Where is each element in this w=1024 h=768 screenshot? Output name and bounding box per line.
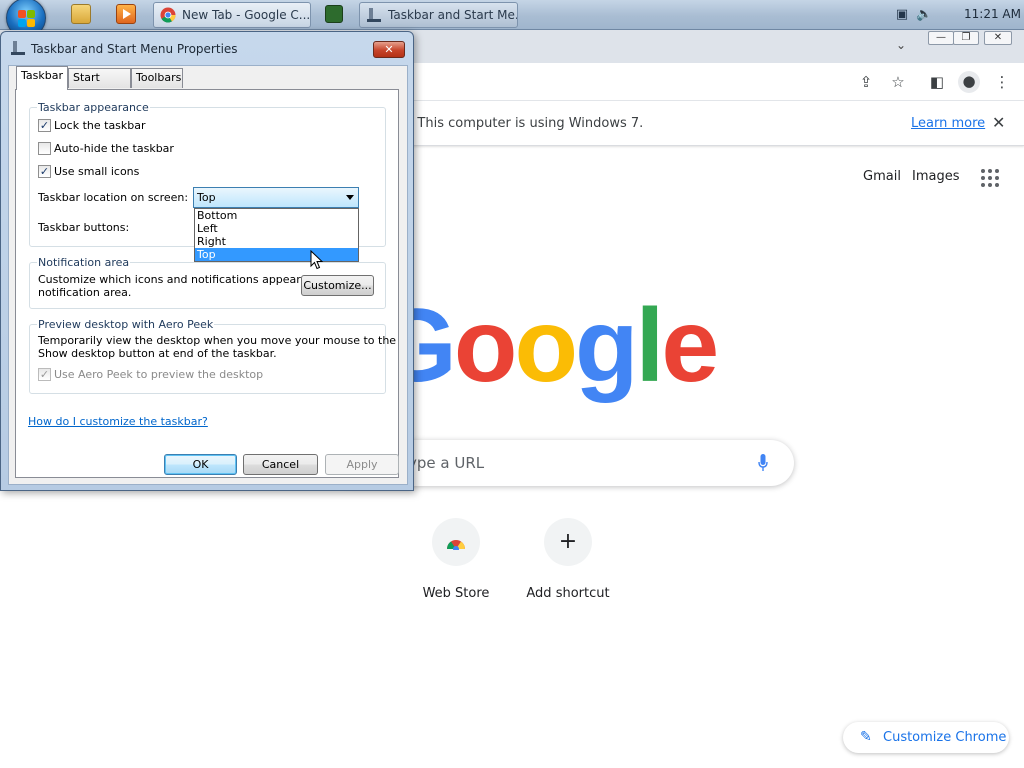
chrome-icon (160, 7, 176, 23)
tab-toolbars[interactable]: Toolbars (131, 68, 183, 88)
apply-button[interactable]: Apply (325, 454, 399, 475)
small-icons-label: Use small icons (54, 165, 140, 178)
taskbar-button-label: New Tab - Google C... (182, 8, 311, 22)
logo-letter: l (635, 288, 665, 404)
dialog-title: Taskbar and Start Menu Properties (31, 42, 238, 56)
cancel-button[interactable]: Cancel (243, 454, 318, 475)
tab-start-menu[interactable]: Start Menu (68, 68, 131, 102)
mouse-cursor-icon (310, 250, 324, 270)
taskbar-button-taskbar-properties[interactable]: Taskbar and Start Me... (359, 2, 518, 28)
notification-description-2: notification area. (38, 286, 132, 299)
taskbar-properties-icon (11, 41, 25, 55)
location-option-top[interactable]: Top (195, 248, 358, 261)
shortcut-web-store[interactable]: Web Store (400, 518, 512, 601)
taskbar-button-chrome[interactable]: New Tab - Google C... (153, 2, 311, 28)
microphone-icon[interactable] (758, 454, 768, 472)
side-panel-icon[interactable]: ◧ (927, 72, 947, 92)
pencil-icon: ✎ (860, 729, 872, 745)
media-player-icon[interactable] (116, 4, 136, 24)
google-apps-grid-icon[interactable] (981, 169, 999, 187)
location-option-left[interactable]: Left (195, 222, 358, 235)
customize-notifications-button[interactable]: Customize... (301, 275, 374, 296)
infobar-message: er. This computer is using Windows 7. (397, 116, 644, 131)
shortcut-label: Web Store (422, 586, 490, 601)
shortcut-label: Add shortcut (526, 586, 610, 601)
lock-taskbar-checkbox[interactable]: ✓ (38, 119, 51, 132)
clock[interactable]: 11:21 AM (964, 7, 1021, 21)
logo-letter: o (514, 288, 578, 404)
customize-chrome-button[interactable]: ✎ Customize Chrome (843, 722, 1009, 753)
share-icon[interactable]: ⇪ (856, 72, 876, 92)
infobar-close-icon[interactable]: ✕ (992, 113, 1005, 132)
windows-taskbar: New Tab - Google C... Taskbar and Start … (0, 0, 1024, 38)
search-placeholder: ype a URL (408, 454, 485, 472)
help-link[interactable]: How do I customize the taskbar? (28, 415, 208, 428)
aero-peek-checkbox[interactable]: ✓ (38, 368, 51, 381)
taskbar-properties-icon (367, 8, 381, 22)
small-icons-checkbox[interactable]: ✓ (38, 165, 51, 178)
profile-avatar-icon[interactable]: ● (958, 71, 980, 93)
location-label: Taskbar location on screen: (38, 191, 189, 204)
ok-button[interactable]: OK (164, 454, 237, 475)
autohide-label: Auto-hide the taskbar (54, 142, 174, 155)
aero-peek-label: Use Aero Peek to preview the desktop (54, 368, 264, 381)
aero-description-2: Show desktop button at end of the taskba… (38, 347, 277, 360)
images-link[interactable]: Images (912, 169, 960, 184)
explorer-icon[interactable] (71, 4, 91, 24)
lock-taskbar-label: Lock the taskbar (54, 119, 146, 132)
tab-search-chevron-icon[interactable]: ⌄ (896, 38, 906, 52)
notification-description: Customize which icons and notifications … (38, 273, 336, 286)
minimize-button[interactable]: — (928, 31, 954, 45)
logo-letter: e (661, 288, 719, 404)
volume-icon[interactable]: 🔈 (916, 7, 932, 23)
group-title: Preview desktop with Aero Peek (37, 318, 215, 331)
taskbar-location-dropdown[interactable]: Top (193, 187, 359, 208)
plus-icon: + (544, 518, 592, 566)
dropdown-arrow-icon (346, 195, 354, 200)
taskbar-location-value: Top (197, 191, 216, 204)
shortcut-add[interactable]: + Add shortcut (512, 518, 624, 601)
aero-description: Temporarily view the desktop when you mo… (38, 334, 397, 347)
close-window-button[interactable]: ✕ (984, 31, 1012, 45)
taskbar-buttons-label: Taskbar buttons: (38, 221, 130, 234)
windows-logo-icon (18, 10, 36, 28)
restore-button[interactable]: ❐ (953, 31, 979, 45)
menu-kebab-icon[interactable]: ⋮ (992, 72, 1012, 92)
location-option-bottom[interactable]: Bottom (195, 209, 358, 222)
location-option-right[interactable]: Right (195, 235, 358, 248)
learn-more-link[interactable]: Learn more (911, 116, 985, 131)
tab-taskbar[interactable]: Taskbar (16, 66, 68, 90)
web-store-icon (432, 518, 480, 566)
logo-letter: o (453, 288, 518, 404)
gmail-link[interactable]: Gmail (863, 169, 901, 184)
group-title: Taskbar appearance (37, 101, 150, 114)
taskbar-button-label: Taskbar and Start Me... (388, 8, 518, 22)
app-icon[interactable] (325, 5, 343, 23)
logo-letter: g (574, 288, 639, 404)
dialog-close-button[interactable]: ✕ (373, 41, 405, 58)
autohide-checkbox[interactable] (38, 142, 51, 155)
google-logo: Google (376, 288, 719, 404)
bookmark-star-icon[interactable]: ☆ (888, 72, 908, 92)
network-icon[interactable]: ▣ (894, 7, 910, 23)
customize-chrome-label: Customize Chrome (883, 730, 1007, 745)
taskbar-location-options: Bottom Left Right Top (194, 208, 359, 262)
system-tray: ▣ 🔈 11:21 AM (884, 0, 1024, 30)
group-title: Notification area (37, 256, 131, 269)
